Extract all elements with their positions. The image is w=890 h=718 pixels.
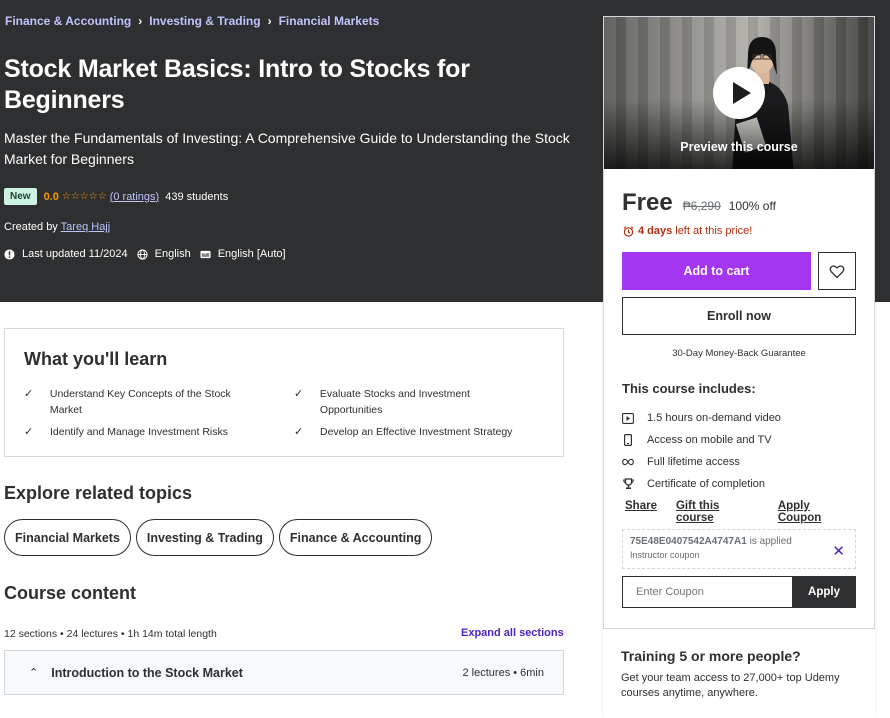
close-icon[interactable]: ✕ — [832, 542, 845, 560]
check-icon: ✓ — [294, 388, 304, 400]
current-price: Free — [622, 189, 673, 216]
list-item: Certificate of completion — [622, 473, 781, 495]
alarm-icon — [623, 225, 634, 237]
learn-item: ✓ Understand Key Concepts of the Stock M… — [24, 386, 264, 418]
money-back-guarantee: 30-Day Money-Back Guarantee — [672, 348, 806, 359]
add-to-cart-button[interactable]: Add to cart — [622, 252, 811, 290]
price-timer: 4 days left at this price! — [623, 225, 752, 237]
infinity-icon — [622, 456, 634, 468]
mobile-icon — [622, 434, 634, 446]
created-by: Created by Tareq Hajj — [4, 221, 110, 233]
course-content-meta: 12 sections • 24 lectures • 1h 14m total… — [4, 628, 217, 640]
rating-row: New 0.0 ☆☆☆☆☆ (0 ratings) 439 students — [4, 188, 228, 205]
check-icon: ✓ — [24, 426, 34, 438]
related-topics-heading: Explore related topics — [4, 483, 193, 503]
learn-item-text: Evaluate Stocks and Investment Opportuni… — [319, 388, 470, 416]
topic-chip[interactable]: Financial Markets — [4, 519, 131, 556]
coupon-applied-text: is applied — [749, 536, 792, 547]
learn-item-text: Identify and Manage Investment Risks — [50, 426, 229, 438]
timer-text: left at this price! — [675, 225, 753, 237]
last-updated: Last updated 11/2024 — [22, 248, 128, 260]
topic-chip[interactable]: Investing & Trading — [135, 519, 274, 556]
coupon-code: 75E48E0407542A4747A1 — [630, 536, 747, 547]
created-by-label: Created by — [4, 221, 58, 233]
course-language: English — [154, 248, 191, 260]
play-icon[interactable] — [713, 67, 765, 119]
trophy-icon — [622, 478, 634, 490]
timer-days: 4 days — [638, 225, 673, 237]
course-subtitle: Master the Fundamentals of Investing: A … — [4, 130, 570, 167]
learn-item: ✓ Develop an Effective Investment Strate… — [294, 424, 554, 440]
chevron-up-icon: ⌃ — [29, 667, 39, 679]
coupon-type: Instructor coupon — [630, 550, 700, 560]
new-badge: New — [4, 188, 37, 205]
heart-icon — [829, 264, 845, 278]
new-alert-icon — [4, 248, 15, 260]
course-preview[interactable]: Preview this course — [604, 17, 874, 169]
students-count: 439 students — [165, 190, 229, 203]
preview-label[interactable]: Preview this course — [604, 140, 874, 154]
learn-heading: What you'll learn — [24, 349, 168, 369]
check-icon: ✓ — [24, 388, 34, 400]
check-icon: ✓ — [294, 426, 304, 438]
chevron-right-icon: › — [267, 14, 272, 28]
related-topics: Financial Markets Investing & Trading Fi… — [4, 519, 437, 556]
captions-icon — [200, 250, 211, 258]
globe-icon — [136, 248, 148, 260]
learn-item-text: Understand Key Concepts of the Stock Mar… — [49, 388, 231, 416]
course-section-row[interactable]: ⌃ Introduction to the Stock Market 2 lec… — [4, 650, 564, 695]
course-content-heading: Course content — [4, 583, 137, 603]
apply-coupon-link[interactable]: Apply Coupon — [778, 500, 855, 524]
topic-chip[interactable]: Finance & Accounting — [278, 519, 433, 556]
wishlist-button[interactable] — [818, 252, 856, 290]
chevron-right-icon: › — [138, 14, 143, 28]
list-item: 1.5 hours on-demand video — [622, 407, 781, 429]
gift-course-link[interactable]: Gift this course — [676, 500, 759, 524]
section-info: 2 lectures • 6min — [462, 666, 545, 679]
include-text: Full lifetime access — [647, 456, 740, 468]
learn-item: ✓ Evaluate Stocks and Investment Opportu… — [294, 386, 534, 418]
include-text: Certificate of completion — [647, 478, 765, 490]
course-title: Stock Market Basics: Intro to Stocks for… — [4, 55, 470, 114]
discount-percent: 100% off — [728, 199, 776, 213]
breadcrumb-link[interactable]: Financial Markets — [279, 14, 380, 28]
star-rating-icon: ☆☆☆☆☆ — [61, 191, 107, 202]
share-link[interactable]: Share — [625, 500, 657, 524]
purchase-sidebar: Preview this course Free ₱6,290 100% off… — [603, 16, 875, 716]
coupon-input[interactable] — [622, 576, 793, 608]
applied-coupon: 75E48E0407542A4747A1 is applied Instruct… — [622, 529, 856, 569]
instructor-link[interactable]: Tareq Hajj — [61, 221, 111, 233]
breadcrumb: Finance & Accounting › Investing & Tradi… — [5, 14, 379, 28]
team-description: Get your team access to 27,000+ top Udem… — [621, 672, 840, 699]
includes-title: This course includes: — [622, 381, 756, 396]
team-training-box: Training 5 or more people? Get your team… — [603, 628, 875, 718]
enroll-now-button[interactable]: Enroll now — [622, 297, 856, 335]
course-meta: Last updated 11/2024 English English [Au… — [4, 248, 295, 260]
include-text: 1.5 hours on-demand video — [647, 412, 781, 424]
includes-list: 1.5 hours on-demand video Access on mobi… — [622, 407, 781, 495]
sidebar-links: Share Gift this course Apply Coupon — [625, 500, 874, 524]
coupon-apply-button[interactable]: Apply — [792, 576, 856, 608]
original-price: ₱6,290 — [682, 199, 721, 213]
breadcrumb-link[interactable]: Finance & Accounting — [5, 14, 131, 28]
team-title: Training 5 or more people? — [621, 648, 801, 664]
ratings-count-link[interactable]: (0 ratings) — [110, 191, 160, 203]
list-item: Access on mobile and TV — [622, 429, 781, 451]
coupon-status: 75E48E0407542A4747A1 is applied — [630, 536, 848, 547]
learn-item-text: Develop an Effective Investment Strategy — [320, 426, 513, 438]
rating-value: 0.0 — [43, 190, 59, 203]
what-you-learn: What you'll learn ✓ Understand Key Conce… — [4, 328, 564, 457]
video-icon — [622, 412, 634, 424]
breadcrumb-link[interactable]: Investing & Trading — [149, 14, 260, 28]
section-title: Introduction to the Stock Market — [51, 665, 243, 680]
include-text: Access on mobile and TV — [647, 434, 772, 446]
list-item: Full lifetime access — [622, 451, 781, 473]
course-captions: English [Auto] — [217, 248, 286, 260]
learn-item: ✓ Identify and Manage Investment Risks — [24, 424, 284, 440]
price-row: Free ₱6,290 100% off — [622, 189, 776, 217]
expand-all-sections-link[interactable]: Expand all sections — [461, 627, 564, 639]
